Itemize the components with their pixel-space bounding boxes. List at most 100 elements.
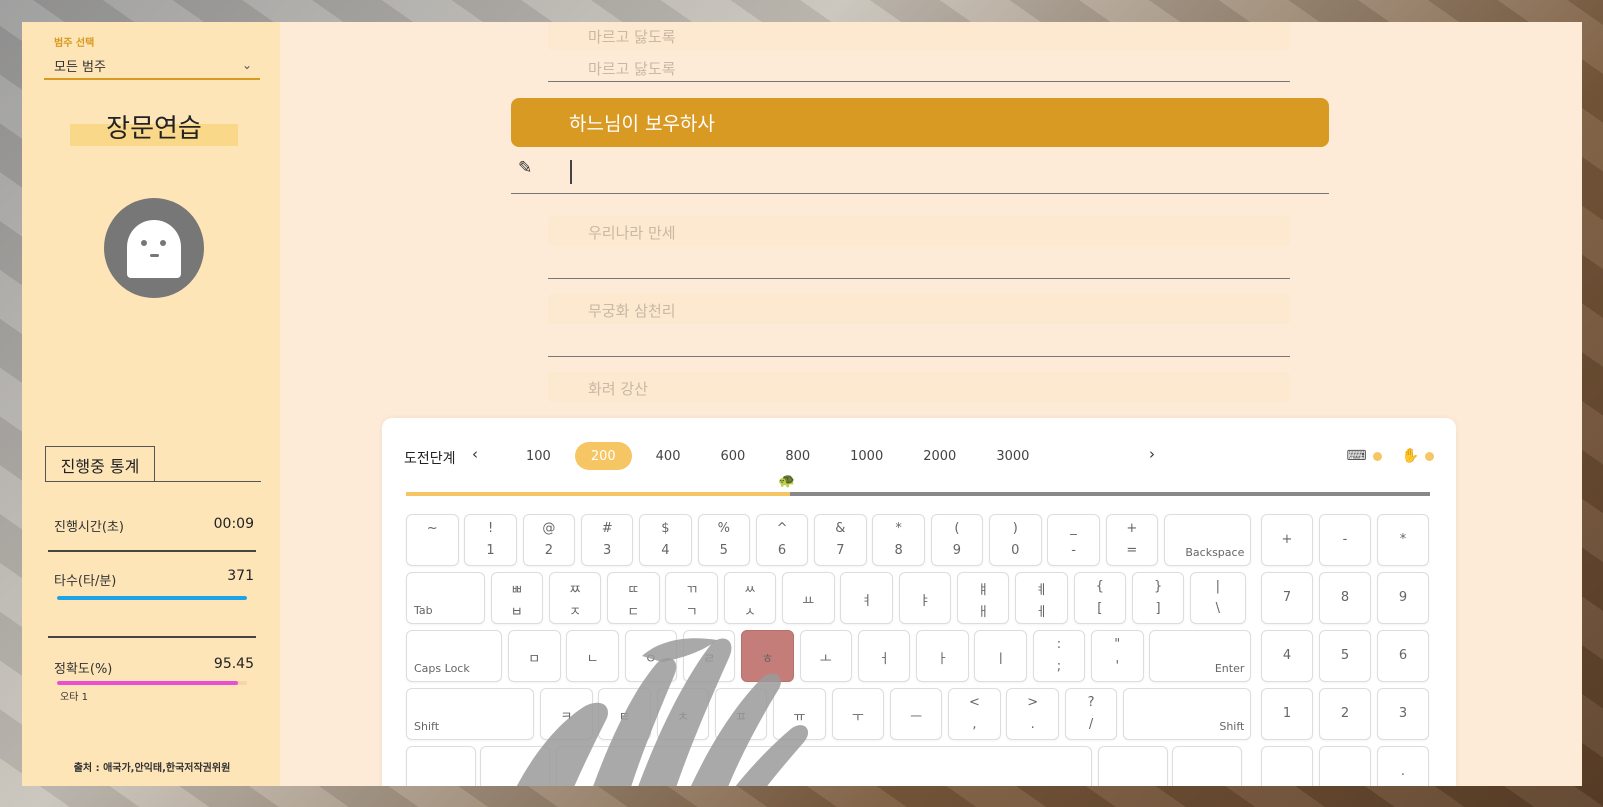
key[interactable]: ㅛ <box>782 572 835 624</box>
level-option[interactable]: 600 <box>704 442 761 470</box>
key[interactable]: <, <box>948 688 1001 740</box>
key[interactable]: ㅏ <box>916 630 969 682</box>
key[interactable]: + = <box>1105 514 1159 566</box>
key-label: . <box>1400 764 1406 779</box>
numpad-key[interactable]: 1 <box>1261 688 1313 740</box>
numpad-key[interactable]: * <box>1377 514 1429 566</box>
mode-title-block: 장문연습 <box>70 108 238 148</box>
key[interactable]: ! 1 <box>464 514 517 566</box>
key[interactable]: >. <box>1006 688 1059 740</box>
key[interactable]: ㅜ <box>831 688 885 740</box>
hand-toggle-dot[interactable] <box>1425 451 1434 461</box>
key[interactable]: ㅑ <box>898 572 952 624</box>
stat-accuracy-value: 95.45 <box>213 656 254 672</box>
key[interactable] <box>1098 746 1168 786</box>
numpad-key[interactable]: 9 <box>1377 572 1429 624</box>
numpad-key[interactable] <box>1319 746 1371 786</box>
numpad-key[interactable]: . <box>1377 746 1429 786</box>
typing-input[interactable] <box>568 160 1328 190</box>
key[interactable]: }] <box>1131 572 1185 624</box>
key[interactable]: ? / <box>1064 688 1118 740</box>
key[interactable]: ㄸㄷ <box>607 572 660 624</box>
key[interactable]: ㅒㅐ <box>956 572 1010 624</box>
key[interactable]: ㅁ <box>508 630 561 682</box>
key[interactable]: ㅆㅅ <box>723 572 777 624</box>
numpad-key[interactable]: 2 <box>1319 688 1371 740</box>
keyboard-icon[interactable]: ⌨ <box>1346 448 1366 464</box>
key[interactable]: " ' <box>1091 630 1144 682</box>
key-label: 4 <box>661 543 670 558</box>
key[interactable]: ㅓ <box>857 630 911 682</box>
key-label: ? <box>1087 695 1095 710</box>
hand-icon[interactable]: ✋ <box>1402 448 1419 464</box>
key[interactable]: % 5 <box>697 514 750 566</box>
key[interactable]: ㄴ <box>566 630 619 682</box>
numpad-key[interactable]: 6 <box>1377 630 1429 682</box>
numpad-key[interactable] <box>1261 746 1313 786</box>
key[interactable]: ㅗ <box>799 630 853 682</box>
key[interactable]: Enter <box>1149 630 1252 682</box>
numpad-key[interactable]: 3 <box>1377 688 1429 740</box>
keyboard-panel: 도전단계 ‹ 100 200 400 600 800 1000 2000 3000 › ⌨ ✋… <box>382 418 1456 786</box>
level-next-button[interactable]: › <box>1149 445 1155 463</box>
key[interactable] <box>556 746 1092 786</box>
level-option[interactable]: 1000 <box>834 442 899 470</box>
key[interactable]: ㅣ <box>974 630 1027 682</box>
numpad-key[interactable]: 4 <box>1261 630 1313 682</box>
key[interactable]: | \ <box>1190 572 1246 624</box>
numpad-key[interactable]: 5 <box>1319 630 1371 682</box>
numpad-key[interactable]: 8 <box>1319 572 1371 624</box>
keyboard-toggle-dot[interactable] <box>1372 451 1382 461</box>
key[interactable] <box>406 746 476 786</box>
ghost-eye-right <box>160 240 166 246</box>
stats-tab[interactable]: 진행중 통계 <box>45 446 155 482</box>
key[interactable]: ㅃㅂ <box>490 572 544 624</box>
key[interactable]: ㅎ <box>741 630 794 682</box>
key[interactable]: ㅡ <box>889 688 943 740</box>
ghost-mouth <box>150 254 159 257</box>
key[interactable]: Caps Lock <box>406 630 503 682</box>
key[interactable]: & 7 <box>814 514 867 566</box>
key[interactable]: Backspace <box>1163 514 1252 566</box>
key[interactable]: ㅕ <box>840 572 893 624</box>
key[interactable]: {[ <box>1073 572 1127 624</box>
key[interactable]: ㅉㅈ <box>548 572 602 624</box>
key[interactable]: Shift <box>406 688 535 740</box>
numpad-key[interactable]: - <box>1319 514 1371 566</box>
key[interactable]: * 8 <box>872 514 925 566</box>
key[interactable]: ㅌ <box>598 688 651 740</box>
key[interactable]: ㄲㄱ <box>665 572 718 624</box>
key[interactable] <box>1172 746 1242 786</box>
key[interactable]: @2 <box>522 514 576 566</box>
key[interactable]: ㅍ <box>714 688 768 740</box>
key[interactable]: ^ 6 <box>755 514 809 566</box>
level-option[interactable]: 200 <box>574 442 632 470</box>
key-label: 6 <box>777 543 787 558</box>
key[interactable]: _ - <box>1047 514 1100 566</box>
key[interactable]: ~ <box>406 514 459 566</box>
level-option[interactable]: 3000 <box>980 442 1045 470</box>
level-option[interactable]: 800 <box>769 442 826 470</box>
key[interactable]: ㅋ <box>540 688 593 740</box>
key[interactable]: :; <box>1032 630 1086 682</box>
key[interactable]: $4 <box>639 514 692 566</box>
numpad-key[interactable]: 7 <box>1261 572 1313 624</box>
key[interactable]: ) 0 <box>989 514 1042 566</box>
key[interactable]: ㄹ <box>682 630 736 682</box>
level-option[interactable]: 2000 <box>907 442 972 470</box>
key[interactable]: (9 <box>930 514 984 566</box>
key[interactable] <box>480 746 550 786</box>
key[interactable]: ㅊ <box>656 688 710 740</box>
level-option[interactable]: 100 <box>510 442 567 470</box>
key[interactable]: ㅇ <box>624 630 678 682</box>
numpad-key[interactable]: + <box>1261 514 1313 566</box>
key[interactable]: #3 <box>580 514 634 566</box>
key[interactable]: Shift <box>1123 688 1252 740</box>
key[interactable]: ㅖㅔ <box>1015 572 1068 624</box>
key[interactable]: ㅠ <box>773 688 826 740</box>
accuracy-bar-fill <box>57 681 239 685</box>
category-select[interactable]: 모든 범주 ⌄ <box>44 52 260 80</box>
key[interactable]: Tab <box>406 572 485 624</box>
level-prev-button[interactable]: ‹ <box>472 445 478 463</box>
level-option[interactable]: 400 <box>640 442 697 470</box>
